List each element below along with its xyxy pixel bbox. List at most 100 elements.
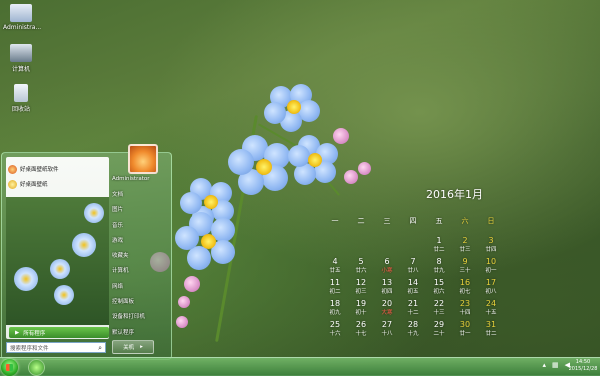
calendar-lunar-date: 初九 xyxy=(329,310,341,316)
calendar-day-number: 26 xyxy=(355,320,367,329)
desktop-icon-computer[interactable]: 计算机 xyxy=(3,44,39,73)
start-menu-link[interactable]: 文档 xyxy=(112,186,168,201)
calendar-lunar-date: 初七 xyxy=(459,289,471,295)
calendar-lunar-date: 初八 xyxy=(485,289,497,295)
start-menu-link[interactable]: 图片 xyxy=(112,202,168,217)
calendar-day: 28 十九 xyxy=(400,320,426,341)
calendar-lunar-date: 廿五 xyxy=(329,268,341,274)
calendar-day: 5 廿六 xyxy=(348,257,374,278)
calendar-day-number: 12 xyxy=(355,278,367,287)
calendar-lunar-date: 廿三 xyxy=(459,247,471,253)
start-menu-link[interactable]: 控制面板 xyxy=(112,293,168,308)
calendar-day: 3 廿四 xyxy=(478,236,504,257)
calendar-day: 17 初八 xyxy=(478,278,504,299)
calendar-day-number: 24 xyxy=(485,299,497,308)
start-menu-link[interactable]: 设备和打印机 xyxy=(112,309,168,324)
pinned-item-label: 好桌面壁纸 xyxy=(20,182,48,188)
calendar-grid: 1 廿二 2 廿三 3 廿四 4 廿五 5 廿六 6 小寒 7 廿八 8 廿九 9 三十 10 初一 11 初二 12 初三 1… xyxy=(322,236,504,341)
calendar-day-number: 30 xyxy=(459,320,471,329)
calendar-lunar-date: 廿六 xyxy=(355,268,367,274)
calendar-day: 22 十三 xyxy=(426,299,452,320)
calendar-lunar-date: 十六 xyxy=(329,331,341,337)
calendar-day: 24 十五 xyxy=(478,299,504,320)
calendar-day: 21 十二 xyxy=(400,299,426,320)
calendar-day-number: 3 xyxy=(488,236,494,245)
start-menu-link[interactable]: 收藏夹 xyxy=(112,247,168,262)
calendar-day-number: 13 xyxy=(381,278,393,287)
calendar-weekday: 四 xyxy=(409,217,417,225)
calendar-day: 29 二十 xyxy=(426,320,452,341)
start-menu-link[interactable]: Administrator xyxy=(112,171,168,186)
calendar-day-number: 23 xyxy=(459,299,471,308)
start-menu-link[interactable]: 网络 xyxy=(112,278,168,293)
start-menu-link[interactable]: 默认程序 xyxy=(112,324,168,339)
calendar-day: 15 初六 xyxy=(426,278,452,299)
start-menu-right-pane: Administrator 文档 图片 音乐 游戏 收藏夹 计算机 网络 控制面板 设备和打印机默… xyxy=(112,171,168,339)
calendar-lunar-date: 初六 xyxy=(433,289,445,295)
calendar-day-number: 28 xyxy=(407,320,419,329)
user-avatar[interactable] xyxy=(128,144,158,174)
calendar-day-number: 11 xyxy=(329,278,341,287)
calendar-lunar-date: 廿四 xyxy=(485,247,497,253)
show-hidden-icon[interactable]: ▴ xyxy=(542,361,546,369)
calendar-day: 16 初七 xyxy=(452,278,478,299)
calendar-day-number: 2 xyxy=(462,236,468,245)
chevron-right-icon[interactable]: ▸ xyxy=(140,344,143,350)
forget-me-not-flower xyxy=(288,135,343,190)
all-programs-button[interactable]: ▶ 所有程序 xyxy=(9,327,109,338)
desktop-icon-administrator[interactable]: Administra... xyxy=(3,4,41,31)
search-placeholder: 搜索程序和文件 xyxy=(10,345,49,352)
calendar-day: 6 小寒 xyxy=(374,257,400,278)
calendar-lunar-date: 十四 xyxy=(459,310,471,316)
forget-me-not-flower xyxy=(175,212,241,272)
pinned-item[interactable]: 好桌面壁纸软件 xyxy=(8,163,107,175)
calendar-lunar-date: 十五 xyxy=(485,310,497,316)
calendar-lunar-date: 初四 xyxy=(381,289,393,295)
calendar-day-number: 10 xyxy=(485,257,497,266)
start-menu-link[interactable]: 音乐 xyxy=(112,217,168,232)
calendar-lunar-date: 小寒 xyxy=(381,268,393,274)
flower-bud xyxy=(176,316,188,328)
pinned-item[interactable]: 好桌面壁纸 xyxy=(8,178,107,190)
calendar-day: 2 廿三 xyxy=(452,236,478,257)
calendar-weekday: 二 xyxy=(357,217,365,225)
taskbar-app-icon[interactable] xyxy=(28,359,45,376)
calendar-day-number: 27 xyxy=(381,320,393,329)
calendar-weekday: 日 xyxy=(487,217,495,225)
calendar-day: 14 初五 xyxy=(400,278,426,299)
calendar-day: 31 廿二 xyxy=(478,320,504,341)
calendar-lunar-date: 十七 xyxy=(355,331,367,337)
calendar-lunar-date: 廿一 xyxy=(459,331,471,337)
start-search-input[interactable]: 搜索程序和文件 ⌕ xyxy=(6,342,106,353)
calendar-lunar-date: 廿九 xyxy=(433,268,445,274)
calendar-day: 1 廿二 xyxy=(426,236,452,257)
calendar-lunar-date: 十八 xyxy=(381,331,393,337)
flower-bud xyxy=(358,162,371,175)
start-menu-link[interactable]: 计算机 xyxy=(112,263,168,278)
calendar-day: 4 廿五 xyxy=(322,257,348,278)
calendar-day: 23 十四 xyxy=(452,299,478,320)
calendar-lunar-date: 初二 xyxy=(329,289,341,295)
calendar-day-number: 21 xyxy=(407,299,419,308)
calendar-lunar-date: 廿八 xyxy=(407,268,419,274)
desktop-icon-recycle-bin[interactable]: 回收站 xyxy=(3,84,39,113)
taskbar-clock[interactable]: 14:50 2015/12/28 xyxy=(568,359,598,373)
start-menu-link[interactable]: 游戏 xyxy=(112,232,168,247)
start-menu-flower-image xyxy=(6,197,109,325)
calendar-day-number: 29 xyxy=(433,320,445,329)
calendar-day-number: 6 xyxy=(384,257,390,266)
shutdown-button[interactable]: 关机 ▸ xyxy=(112,340,154,354)
desktop-icon-label: 计算机 xyxy=(11,66,30,73)
calendar-lunar-date: 初三 xyxy=(355,289,367,295)
calendar-lunar-date: 十三 xyxy=(433,310,445,316)
calendar-day-number: 22 xyxy=(433,299,445,308)
calendar-day-number: 18 xyxy=(329,299,341,308)
calendar-day-number: 25 xyxy=(329,320,341,329)
flower-bud xyxy=(178,296,190,308)
recycle-bin-icon xyxy=(14,84,28,102)
network-icon[interactable]: ▦ xyxy=(552,361,559,369)
calendar-lunar-date: 三十 xyxy=(459,268,471,274)
start-button[interactable] xyxy=(1,359,18,376)
search-icon[interactable]: ⌕ xyxy=(98,344,102,353)
system-tray: ▴ ▦ ◀ xyxy=(542,361,570,369)
